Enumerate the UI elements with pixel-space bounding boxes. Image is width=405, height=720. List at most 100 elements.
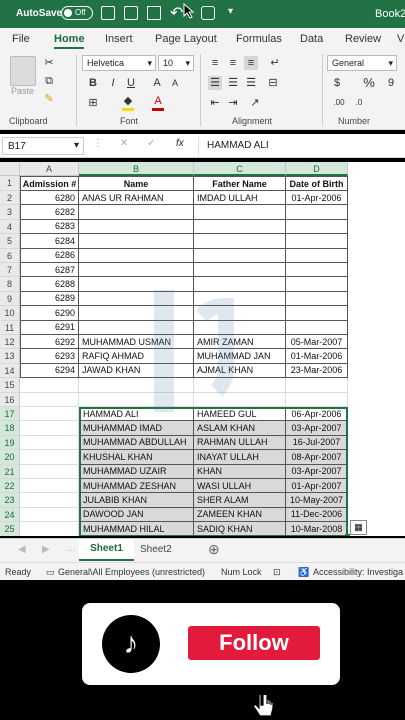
tab-file[interactable]: File	[12, 33, 30, 45]
header-cell-admission[interactable]: Admission #	[20, 176, 79, 191]
row-header[interactable]: 14	[0, 363, 20, 379]
table-cell[interactable]	[194, 263, 286, 278]
column-header-b[interactable]: B	[79, 162, 194, 176]
table-cell[interactable]	[20, 435, 79, 451]
table-cell[interactable]	[286, 277, 348, 292]
table-cell[interactable]: 6283	[20, 219, 79, 235]
percent-style-icon[interactable]: %	[362, 76, 376, 90]
selected-cell[interactable]: JULABIB KHAN	[79, 493, 194, 508]
table-cell[interactable]: 6282	[20, 205, 79, 220]
table-cell[interactable]: 6286	[20, 248, 79, 263]
selected-cell[interactable]: KHAN	[194, 464, 286, 479]
table-cell[interactable]	[20, 464, 79, 479]
table-cell[interactable]	[286, 306, 348, 321]
table-cell[interactable]: 6280	[20, 191, 79, 206]
align-left-icon[interactable]: ☰	[208, 76, 222, 90]
shrink-font-icon[interactable]: A	[168, 76, 182, 90]
row-header[interactable]: 16	[0, 392, 20, 407]
insert-function-button[interactable]: fx	[176, 138, 184, 149]
selected-cell[interactable]: MUHAMMAD ZESHAN	[79, 479, 194, 494]
table-cell[interactable]: 01-Mar-2006	[286, 349, 348, 364]
table-cell[interactable]	[286, 205, 348, 220]
increase-decimal-icon[interactable]: .00	[332, 96, 346, 110]
table-cell[interactable]	[194, 205, 286, 220]
decrease-decimal-icon[interactable]: .0	[352, 96, 366, 110]
table-cell[interactable]	[20, 378, 79, 393]
row-header[interactable]: 3	[0, 205, 20, 220]
header-cell-dob[interactable]: Date of Birth	[286, 176, 348, 191]
table-cell[interactable]	[79, 248, 194, 263]
header-cell-name[interactable]: Name	[79, 176, 194, 191]
selected-cell[interactable]: KHUSHAL KHAN	[79, 450, 194, 465]
customize-qat-icon[interactable]: ▾	[228, 6, 233, 17]
selected-cell[interactable]: RAHMAN ULLAH	[194, 435, 286, 451]
table-cell[interactable]: 23-Mar-2006	[286, 363, 348, 379]
row-header[interactable]: 25	[0, 522, 20, 536]
table-cell[interactable]	[79, 219, 194, 235]
scroll-left-icon[interactable]: ◀	[18, 544, 26, 555]
row-header[interactable]: 7	[0, 263, 20, 278]
tab-view[interactable]: V	[397, 33, 404, 45]
selected-cell[interactable]: 16-Jul-2007	[286, 435, 348, 451]
row-header[interactable]: 8	[0, 277, 20, 292]
comma-style-icon[interactable]: 9	[384, 76, 398, 90]
table-cell[interactable]	[286, 234, 348, 249]
orientation-icon[interactable]: ↗	[248, 96, 262, 110]
table-cell[interactable]	[20, 522, 79, 536]
row-header[interactable]: 23	[0, 493, 20, 508]
table-cell[interactable]: 6287	[20, 263, 79, 278]
number-format-select[interactable]: General ▾	[327, 55, 397, 71]
bold-button[interactable]: B	[86, 76, 100, 90]
selected-cell[interactable]: WASI ULLAH	[194, 479, 286, 494]
align-top-icon[interactable]: ≡	[208, 56, 222, 70]
table-cell[interactable]: 01-Apr-2006	[286, 191, 348, 206]
tab-formulas[interactable]: Formulas	[236, 33, 282, 45]
scroll-right-icon[interactable]: ▶	[42, 544, 50, 555]
align-right-icon[interactable]: ☰	[244, 76, 258, 90]
selected-cell[interactable]: MUHAMMAD IMAD	[79, 421, 194, 436]
italic-button[interactable]: I	[106, 76, 120, 90]
align-center-icon[interactable]: ☰	[226, 76, 240, 90]
selected-cell[interactable]: 03-Apr-2007	[286, 421, 348, 436]
selected-cell[interactable]: 03-Apr-2007	[286, 464, 348, 479]
font-size-select[interactable]: 10 ▾	[158, 55, 194, 71]
table-cell[interactable]: ANAS UR RAHMAN	[79, 191, 194, 206]
row-header[interactable]: 17	[0, 407, 20, 422]
selected-cell[interactable]: INAYAT ULLAH	[194, 450, 286, 465]
sensitivity-label[interactable]: General\All Employees (unrestricted)	[58, 567, 205, 577]
table-cell[interactable]: IMDAD ULLAH	[194, 191, 286, 206]
table-cell[interactable]	[20, 392, 79, 407]
table-cell[interactable]: 6293	[20, 349, 79, 364]
merge-center-icon[interactable]: ⊟	[266, 76, 280, 90]
row-header[interactable]: 9	[0, 291, 20, 307]
selected-cell[interactable]: DAWOOD JAN	[79, 507, 194, 523]
selected-cell[interactable]: 01-Apr-2007	[286, 479, 348, 494]
selected-cell[interactable]: MUHAMMAD HILAL	[79, 522, 194, 536]
table-cell[interactable]	[20, 507, 79, 523]
accounting-format-icon[interactable]: $	[330, 76, 344, 90]
table-cell[interactable]	[286, 291, 348, 307]
table-cell[interactable]	[20, 450, 79, 465]
name-box[interactable]: B17 ▾	[2, 137, 84, 155]
enter-icon[interactable]: ✓	[147, 138, 155, 149]
row-header[interactable]: 21	[0, 464, 20, 479]
row-header[interactable]: 10	[0, 306, 20, 321]
table-cell[interactable]	[20, 421, 79, 436]
increase-indent-icon[interactable]: ⇥	[226, 96, 240, 110]
tab-review[interactable]: Review	[345, 33, 381, 45]
selected-cell[interactable]: MUHAMMAD UZAIR	[79, 464, 194, 479]
table-cell[interactable]	[194, 219, 286, 235]
cancel-icon[interactable]: ✕	[120, 138, 128, 149]
new-file-icon[interactable]	[147, 6, 161, 20]
font-color-icon[interactable]: A	[151, 94, 165, 108]
select-all-corner[interactable]	[0, 162, 20, 176]
accessibility-icon[interactable]: ♿	[298, 567, 309, 578]
worksheet-grid[interactable]: A B C D 1 Admission # Name Father Name D…	[0, 162, 405, 536]
row-header[interactable]: 18	[0, 421, 20, 436]
table-cell[interactable]: 6294	[20, 363, 79, 379]
selected-cell[interactable]: 10-May-2007	[286, 493, 348, 508]
header-cell-father-name[interactable]: Father Name	[194, 176, 286, 191]
camera-icon[interactable]	[201, 6, 215, 20]
autosave-toggle[interactable]: Off	[61, 6, 93, 20]
align-bottom-icon[interactable]: ≡	[244, 56, 258, 70]
